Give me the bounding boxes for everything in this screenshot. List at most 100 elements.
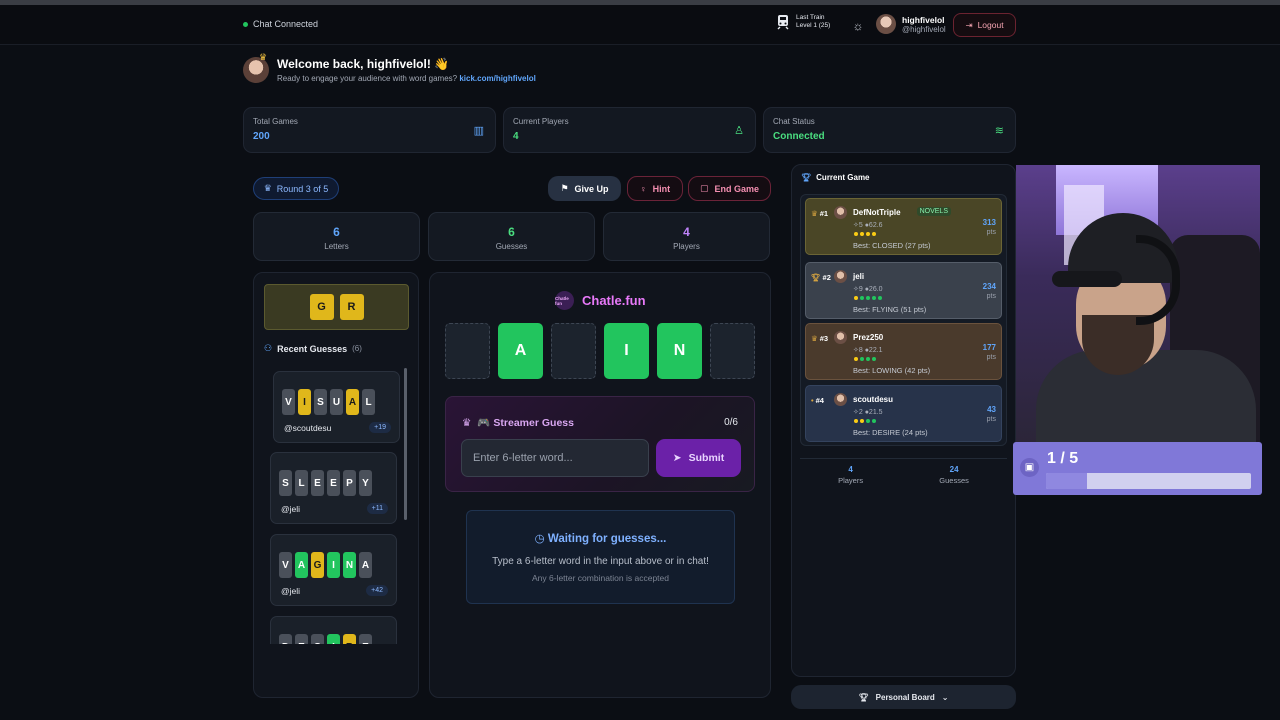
brand-name: Chatle.fun (582, 293, 646, 308)
guess-input[interactable]: Enter 6-letter word... (461, 439, 649, 477)
user-handle: @highfivelol (902, 24, 946, 34)
letter-tile: Y (359, 470, 372, 496)
crown-icon: ♛ (259, 52, 268, 62)
board-row: A IN (445, 323, 755, 379)
list-item: DESIRE (270, 616, 397, 644)
players-value: 4 (683, 225, 690, 239)
rank: 🏆︎ #2 (811, 273, 831, 282)
waiting-line: Type a 6-letter word in the input above … (492, 556, 709, 567)
rank: ♛ #1 (811, 209, 828, 218)
letter-tile: S (311, 634, 324, 644)
progress-dot (860, 296, 864, 300)
progress-dot (866, 232, 870, 236)
train-line2: Level 1 (25) (796, 22, 831, 29)
flag-icon: ⚑ (560, 183, 569, 193)
current-game-footer: 4 Players 24 Guesses (800, 458, 1007, 485)
progress-dot (866, 296, 870, 300)
known-letters: G R (264, 284, 409, 330)
letter-tile: N (343, 552, 356, 578)
webcam-overlay (1016, 165, 1260, 445)
leaderboard-row: ♛ #1 DefNotTriple NOVELS ✧5 ●62.6 Best: CLOSE… (805, 198, 1002, 255)
player-tag: NOVELS (916, 207, 951, 216)
letter-tile: I (327, 634, 340, 644)
logout-button[interactable]: ⇥ Logout (953, 13, 1016, 37)
progress-dot (866, 419, 870, 423)
streamer-guess-title: ♛ 🎮 Streamer Guess (462, 416, 574, 430)
rank-icon: • (811, 396, 814, 405)
recent-guesses-header: ⚇ Recent Guesses (6) (264, 343, 362, 354)
progress-dot (872, 419, 876, 423)
stat-value: Connected (773, 131, 825, 142)
letter-tile: P (343, 470, 356, 496)
chatle-logo: Chatle fun (555, 291, 574, 310)
progress-dot (872, 296, 876, 300)
board-letter-tile: I (604, 323, 649, 379)
give-up-button[interactable]: ⚑ Give Up (548, 176, 621, 201)
letter-tile: S (314, 389, 327, 415)
gift-icon: ▣ (1020, 458, 1039, 477)
waiting-box: ◷ Waiting for guesses... Type a 6-letter… (466, 510, 735, 604)
personal-board-button[interactable]: 🏆︎ Personal Board ⌄ (791, 685, 1016, 709)
goal-count: 1 / 5 (1047, 450, 1079, 467)
username: highfivelol (902, 14, 945, 25)
guess-user: @scoutdesu (284, 423, 332, 433)
letter-tile: L (362, 389, 375, 415)
scrollbar[interactable] (404, 368, 407, 520)
rank-label: #2 (822, 273, 831, 282)
guess-word: SLEEPY (279, 470, 372, 496)
letters-label: Letters (324, 242, 349, 251)
hint-button[interactable]: ♀ Hint (627, 176, 683, 201)
current-game-title: 🏆︎ Current Game (801, 173, 870, 182)
points-label: pts (986, 229, 996, 236)
leaderboard-row: • #4 scoutdesu ✧2 ●21.5 Best: DESIRE (24 pts… (805, 385, 1002, 442)
sub-goal-widget: ▣ 1 / 5 (1013, 442, 1262, 495)
player-points: 43 (987, 405, 996, 414)
channel-link[interactable]: kick.com/highfivelol (459, 74, 535, 83)
streamer-guess-count: 0/6 (724, 417, 738, 428)
letter-tile: E (359, 634, 372, 644)
avatar: ♛ (243, 52, 269, 83)
streamer-guess-label: 🎮 Streamer Guess (477, 417, 574, 429)
guess-points-badge: +11 (366, 503, 388, 514)
welcome-subtitle: Ready to engage your audience with word … (277, 74, 536, 83)
letters-stat: 6 Letters (253, 212, 420, 261)
round-badge: ♛ Round 3 of 5 (253, 177, 339, 200)
theme-toggle-sun-icon[interactable]: ☼ (851, 19, 865, 33)
avatar (834, 270, 847, 283)
end-game-label: End Game (714, 183, 760, 194)
progress-dot (854, 419, 858, 423)
progress-dot (854, 296, 858, 300)
welcome-subtitle-text: Ready to engage your audience with word … (277, 74, 458, 83)
end-game-button[interactable]: ▢ End Game (688, 176, 771, 201)
crown-icon: ♛ (462, 416, 472, 429)
avatar (834, 206, 847, 219)
footer-guesses-label: Guesses (939, 476, 969, 485)
known-letter-tile: G (309, 294, 334, 320)
goal-progress-bar (1046, 473, 1251, 489)
progress-dot (854, 232, 858, 236)
player-name: DefNotTriple (853, 208, 901, 217)
send-icon: ➤ (672, 452, 682, 464)
guesses-value: 6 (508, 225, 515, 239)
train-icon (777, 15, 789, 30)
crown-icon: ♛ (263, 183, 272, 193)
webcam-person-body (1036, 350, 1256, 445)
round-label: Round 3 of 5 (276, 183, 329, 194)
leaderboard-row: 🏆︎ #2 jeli ✧9 ●26.0 Best: FLYING (51 pts) 234… (805, 262, 1002, 319)
points-label: pts (986, 293, 996, 300)
train-status[interactable]: Last Train Level 1 (25) (776, 14, 830, 30)
footer-guesses-value: 24 (949, 465, 959, 474)
list-item: S L E E P Y @jeli +11 (270, 452, 397, 524)
player-points: 313 (982, 218, 996, 227)
submit-button[interactable]: ➤ Submit (656, 439, 741, 477)
board-empty-slot (710, 323, 755, 379)
streamer-guess-box: ♛ 🎮 Streamer Guess 0/6 Enter 6-letter wo… (445, 396, 755, 492)
recent-guesses-list[interactable]: V I S U A L @scoutdesu +19 S L E E P Y @jeli +11 V A G I N A @… (265, 364, 408, 644)
letter-tile: A (295, 552, 308, 578)
brand: Chatle fun Chatle.fun (555, 291, 646, 310)
clock-icon: ◷ (534, 533, 545, 545)
goal-progress-fill (1046, 473, 1087, 489)
letter-tile: I (298, 389, 311, 415)
stat-label: Total Games (253, 117, 298, 126)
user-profile[interactable]: highfivelol @highfivelol (876, 14, 946, 34)
